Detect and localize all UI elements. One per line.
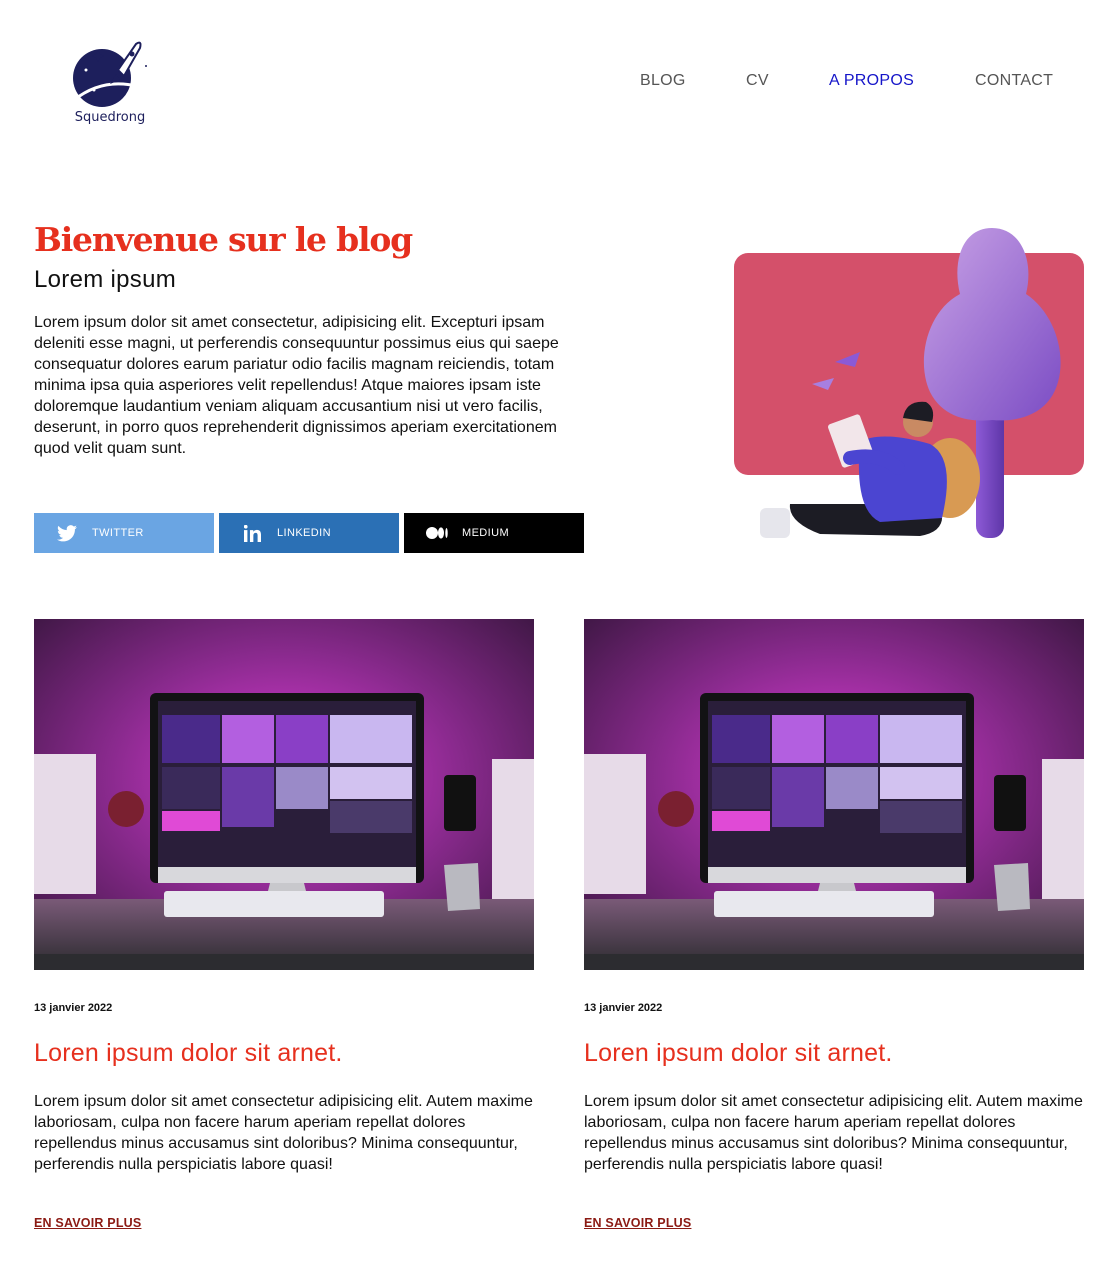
post-excerpt: Lorem ipsum dolor sit amet consectetur a…: [34, 1093, 533, 1173]
nav-blog[interactable]: BLOG: [640, 72, 686, 92]
post-thumbnail[interactable]: [34, 619, 534, 970]
brand-name: Squedrong: [74, 110, 146, 125]
nav-contact-link[interactable]: CONTACT: [975, 72, 1053, 89]
hero-subtitle: Lorem ipsum: [34, 266, 177, 293]
nav-contact[interactable]: CONTACT: [975, 72, 1053, 92]
hero-text: Lorem ipsum dolor sit amet consectetur, …: [34, 314, 559, 457]
post-thumbnail[interactable]: [584, 619, 1084, 970]
nav-blog-link[interactable]: BLOG: [640, 72, 686, 89]
post-title[interactable]: Loren ipsum dolor sit arnet.: [34, 1039, 343, 1068]
medium-label: MEDIUM: [462, 527, 510, 539]
post-card[interactable]: 13 janvier 2022 Loren ipsum dolor sit ar…: [34, 619, 534, 1230]
nav-cv[interactable]: CV: [746, 72, 769, 92]
post-card[interactable]: 13 janvier 2022 Loren ipsum dolor sit ar…: [584, 619, 1084, 1230]
read-more-link[interactable]: EN SAVOIR PLUS: [584, 1216, 691, 1230]
logo[interactable]: Squedrong: [66, 38, 154, 130]
twitter-label: TWITTER: [92, 527, 144, 539]
read-more-link[interactable]: EN SAVOIR PLUS: [34, 1216, 141, 1230]
medium-button[interactable]: MEDIUM: [404, 513, 584, 553]
nav-cv-link[interactable]: CV: [746, 72, 769, 89]
medium-icon: [426, 522, 448, 544]
twitter-button[interactable]: TWITTER: [34, 513, 214, 553]
desk-computer-image: [584, 619, 1084, 970]
linkedin-label: LINKEDIN: [277, 527, 331, 539]
twitter-icon: [56, 522, 78, 544]
rocket-planet-icon: [73, 41, 147, 107]
post-date: 13 janvier 2022: [584, 1002, 663, 1014]
post-title[interactable]: Loren ipsum dolor sit arnet.: [584, 1039, 893, 1068]
hero-illustration: [730, 222, 1090, 544]
post-excerpt: Lorem ipsum dolor sit amet consectetur a…: [584, 1093, 1083, 1173]
nav-a-propos-link[interactable]: A PROPOS: [829, 72, 914, 89]
desk-computer-image: [34, 619, 534, 970]
post-date: 13 janvier 2022: [34, 1002, 113, 1014]
linkedin-icon: [241, 522, 263, 544]
nav-a-propos[interactable]: A PROPOS: [829, 72, 914, 92]
linkedin-button[interactable]: LINKEDIN: [219, 513, 399, 553]
hero-title: Bienvenue sur le blog: [34, 220, 413, 259]
